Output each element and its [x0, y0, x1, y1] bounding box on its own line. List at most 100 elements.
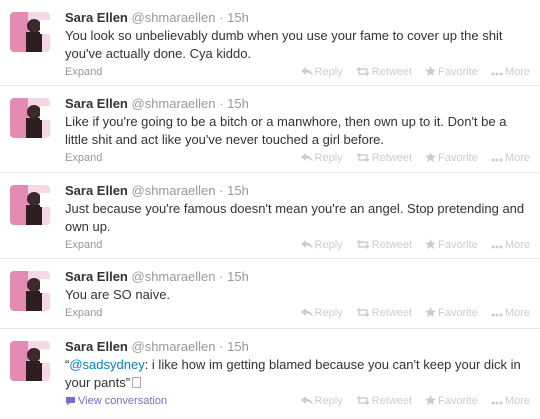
tweet[interactable]: Sara Ellen @shmaraellen · 15h Like if yo… [0, 86, 540, 173]
avatar[interactable] [10, 271, 50, 311]
tweet[interactable]: Sara Ellen @shmaraellen · 15h “@sadsydne… [0, 329, 540, 419]
username[interactable]: @shmaraellen [132, 96, 216, 111]
reply-arrow-icon [300, 153, 313, 162]
retweet-label: Retweet [371, 239, 413, 251]
favorite-button[interactable]: Favorite [425, 66, 478, 78]
tweet-actions: Reply Retweet Favorite More [291, 149, 530, 167]
expand-link[interactable]: Expand [65, 152, 102, 164]
more-button[interactable]: More [491, 395, 530, 407]
reply-label: Reply [314, 307, 343, 319]
timestamp[interactable]: 15h [227, 269, 249, 284]
tweet-footer: Expand Reply Retweet Favorite More [65, 149, 530, 169]
tweet-header: Sara Ellen @shmaraellen · 15h [65, 269, 530, 285]
timestamp[interactable]: 15h [227, 183, 249, 198]
expand-link[interactable]: Expand [65, 307, 102, 319]
timestamp[interactable]: 15h [227, 96, 249, 111]
favorite-button[interactable]: Favorite [425, 239, 478, 251]
retweet-icon [356, 308, 370, 317]
favorite-label: Favorite [438, 239, 478, 251]
more-button[interactable]: More [491, 152, 530, 164]
fullname[interactable]: Sara Ellen [65, 183, 128, 198]
view-conversation-link[interactable]: View conversation [65, 395, 167, 407]
tweet[interactable]: Sara Ellen @shmaraellen · 15h Just becau… [0, 173, 540, 259]
reply-label: Reply [314, 66, 343, 78]
favorite-label: Favorite [438, 307, 478, 319]
retweet-button[interactable]: Retweet [356, 239, 412, 251]
tweet-footer: Expand Reply Retweet Favorite More [65, 236, 530, 256]
more-label: More [504, 307, 530, 319]
username[interactable]: @shmaraellen [132, 339, 216, 354]
separator: · [219, 10, 224, 25]
expand-link[interactable]: Expand [65, 239, 102, 251]
tweet-text: Just because you're famous doesn't mean … [65, 201, 525, 234]
tweet-text: “@sadsydney: i like how im getting blame… [65, 356, 530, 392]
separator: · [219, 339, 224, 354]
retweet-button[interactable]: Retweet [356, 395, 412, 407]
mention-link[interactable]: @sadsydney [69, 357, 144, 372]
tweet-text: Like if you're going to be a bitch or a … [65, 114, 507, 147]
ellipsis-icon [491, 158, 503, 162]
tweet-footer: Expand Reply Retweet Favorite More [65, 304, 530, 324]
fullname[interactable]: Sara Ellen [65, 339, 128, 354]
username[interactable]: @shmaraellen [132, 183, 216, 198]
ellipsis-icon [491, 313, 503, 317]
star-icon [425, 239, 437, 249]
reply-button[interactable]: Reply [300, 307, 343, 319]
favorite-button[interactable]: Favorite [425, 395, 478, 407]
tweet-feed: Sara Ellen @shmaraellen · 15h You look s… [0, 0, 540, 419]
retweet-button[interactable]: Retweet [356, 307, 412, 319]
expand-link[interactable]: Expand [65, 66, 102, 78]
favorite-label: Favorite [438, 66, 478, 78]
tweet-header: Sara Ellen @shmaraellen · 15h [65, 10, 530, 26]
more-button[interactable]: More [491, 66, 530, 78]
reply-button[interactable]: Reply [300, 66, 343, 78]
retweet-button[interactable]: Retweet [356, 66, 412, 78]
favorite-button[interactable]: Favorite [425, 307, 478, 319]
reply-arrow-icon [300, 396, 313, 405]
avatar[interactable] [10, 98, 50, 138]
favorite-label: Favorite [438, 152, 478, 164]
more-label: More [504, 152, 530, 164]
fullname[interactable]: Sara Ellen [65, 96, 128, 111]
retweet-icon [356, 396, 370, 405]
username[interactable]: @shmaraellen [132, 269, 216, 284]
avatar[interactable] [10, 341, 50, 381]
ellipsis-icon [491, 401, 503, 405]
more-button[interactable]: More [491, 239, 530, 251]
favorite-button[interactable]: Favorite [425, 152, 478, 164]
separator: · [219, 269, 224, 284]
retweet-icon [356, 153, 370, 162]
ellipsis-icon [491, 72, 503, 76]
separator: · [219, 96, 224, 111]
more-label: More [504, 395, 530, 407]
tweet-actions: Reply Retweet Favorite More [291, 304, 530, 322]
more-label: More [504, 239, 530, 251]
reply-arrow-icon [300, 240, 313, 249]
favorite-label: Favorite [438, 395, 478, 407]
reply-button[interactable]: Reply [300, 239, 343, 251]
tweet-footer: Expand Reply Retweet Favorite More [65, 63, 530, 83]
retweet-button[interactable]: Retweet [356, 152, 412, 164]
tweet[interactable]: Sara Ellen @shmaraellen · 15h You look s… [0, 0, 540, 86]
avatar[interactable] [10, 185, 50, 225]
tweet-header: Sara Ellen @shmaraellen · 15h [65, 183, 530, 199]
ellipsis-icon [491, 245, 503, 249]
username[interactable]: @shmaraellen [132, 10, 216, 25]
reply-button[interactable]: Reply [300, 395, 343, 407]
fullname[interactable]: Sara Ellen [65, 10, 128, 25]
timestamp[interactable]: 15h [227, 10, 249, 25]
tweet-actions: Reply Retweet Favorite More [291, 392, 530, 410]
tweet-text: You are SO naive. [65, 287, 171, 302]
reply-button[interactable]: Reply [300, 152, 343, 164]
reply-label: Reply [314, 395, 343, 407]
fullname[interactable]: Sara Ellen [65, 269, 128, 284]
more-label: More [504, 66, 530, 78]
avatar[interactable] [10, 12, 50, 52]
speech-bubble-icon [66, 397, 75, 406]
tweet-text: You look so unbelievably dumb when you u… [65, 28, 503, 61]
timestamp[interactable]: 15h [227, 339, 249, 354]
reply-arrow-icon [300, 308, 313, 317]
tweet-header: Sara Ellen @shmaraellen · 15h [65, 96, 530, 112]
more-button[interactable]: More [491, 307, 530, 319]
tweet[interactable]: Sara Ellen @shmaraellen · 15h You are SO… [0, 259, 540, 329]
